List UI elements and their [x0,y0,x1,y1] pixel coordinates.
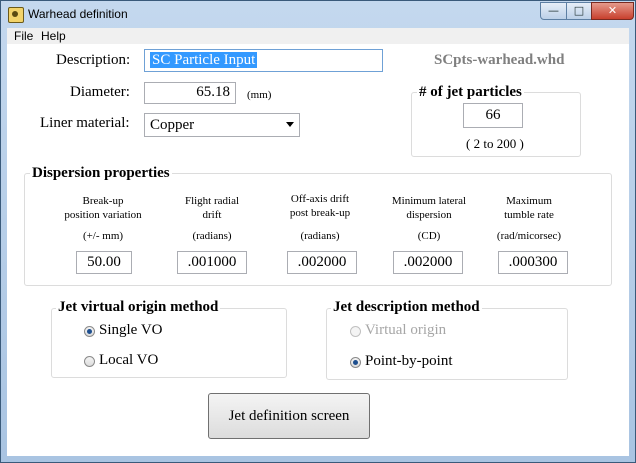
dispersion-col-2-header: Flight radial drift [157,194,267,222]
window-title: Warhead definition [28,7,128,21]
min-lateral-dispersion-input[interactable]: .002000 [393,251,463,274]
local-vo-label[interactable]: Local VO [99,352,158,369]
minimize-button[interactable]: — [540,2,567,20]
liner-material-select[interactable]: Copper [144,113,300,137]
app-icon [8,7,24,23]
jet-particles-input[interactable]: 66 [463,103,523,128]
max-tumble-rate-input[interactable]: .000300 [498,251,568,274]
diameter-input[interactable]: 65.18 [144,82,236,104]
jet-particles-range: ( 2 to 200 ) [466,136,524,151]
dispersion-col-3-unit: (radians) [300,230,340,242]
description-value: SC Particle Input [150,52,258,68]
liner-material-value: Copper [150,117,195,133]
vo-method-title: Jet virtual origin method [56,299,221,316]
single-vo-label[interactable]: Single VO [99,322,162,339]
menu-help[interactable]: Help [41,29,66,43]
desc-method-title: Jet description method [331,299,482,316]
menu-bar: File Help [7,28,629,44]
point-by-point-radio[interactable] [350,357,361,368]
dispersion-col-5-line2: tumble rate [504,209,554,221]
dispersion-col-1-line1: Break-up [82,195,124,207]
warhead-definition-window: Warhead definition — □ ✕ File Help Descr… [0,0,636,463]
menu-file[interactable]: File [14,29,33,43]
maximize-button[interactable]: □ [566,2,592,20]
dispersion-col-4-header: Minimum lateral dispersion [374,194,484,222]
dispersion-col-2-line1: Flight radial [184,195,240,207]
virtual-origin-radio [350,326,361,337]
dispersion-col-2-line2: drift [202,209,222,221]
file-name-label: SCpts-warhead.whd [434,52,565,68]
dispersion-col-4-line1: Minimum lateral [391,195,467,207]
diameter-unit: (mm) [247,89,272,101]
single-vo-radio[interactable] [84,326,95,337]
dispersion-col-1-header: Break-up position variation [47,194,159,222]
description-input[interactable]: SC Particle Input [144,49,383,72]
dispersion-col-5-line1: Maximum [506,195,552,207]
flight-radial-drift-input[interactable]: .001000 [177,251,247,274]
jet-definition-screen-button[interactable]: Jet definition screen [208,393,370,439]
point-by-point-label[interactable]: Point-by-point [365,353,453,370]
dispersion-col-1-unit: (+/- mm) [82,230,124,242]
dispersion-col-4-unit: (CD) [417,230,441,242]
virtual-origin-label: Virtual origin [365,322,447,338]
form-area: Description: SC Particle Input SCpts-war… [7,44,629,456]
local-vo-radio[interactable] [84,356,95,367]
dispersion-title: Dispersion properties [30,165,172,182]
close-button[interactable]: ✕ [591,2,634,20]
breakup-variation-input[interactable]: 50.00 [76,251,132,274]
title-bar[interactable]: Warhead definition — □ ✕ [1,1,635,27]
dispersion-col-3-line2: post break-up [289,207,351,219]
dispersion-col-4-line2: dispersion [406,209,452,221]
dispersion-col-3-header: Off-axis drift post break-up [265,192,375,220]
chevron-down-icon [286,122,294,127]
off-axis-drift-input[interactable]: .002000 [287,251,357,274]
diameter-label: Diameter: [70,84,130,100]
liner-material-label: Liner material: [40,115,130,131]
dispersion-col-1-line2: position variation [64,209,142,221]
dispersion-col-5-unit: (rad/micorsec) [496,230,562,242]
description-label: Description: [56,52,131,68]
dispersion-col-5-header: Maximum tumble rate [479,194,579,222]
dispersion-col-2-unit: (radians) [192,230,232,242]
dispersion-col-3-line1: Off-axis drift [290,193,350,205]
jet-particles-title: # of jet particles [417,84,524,101]
vo-method-group [51,308,287,378]
